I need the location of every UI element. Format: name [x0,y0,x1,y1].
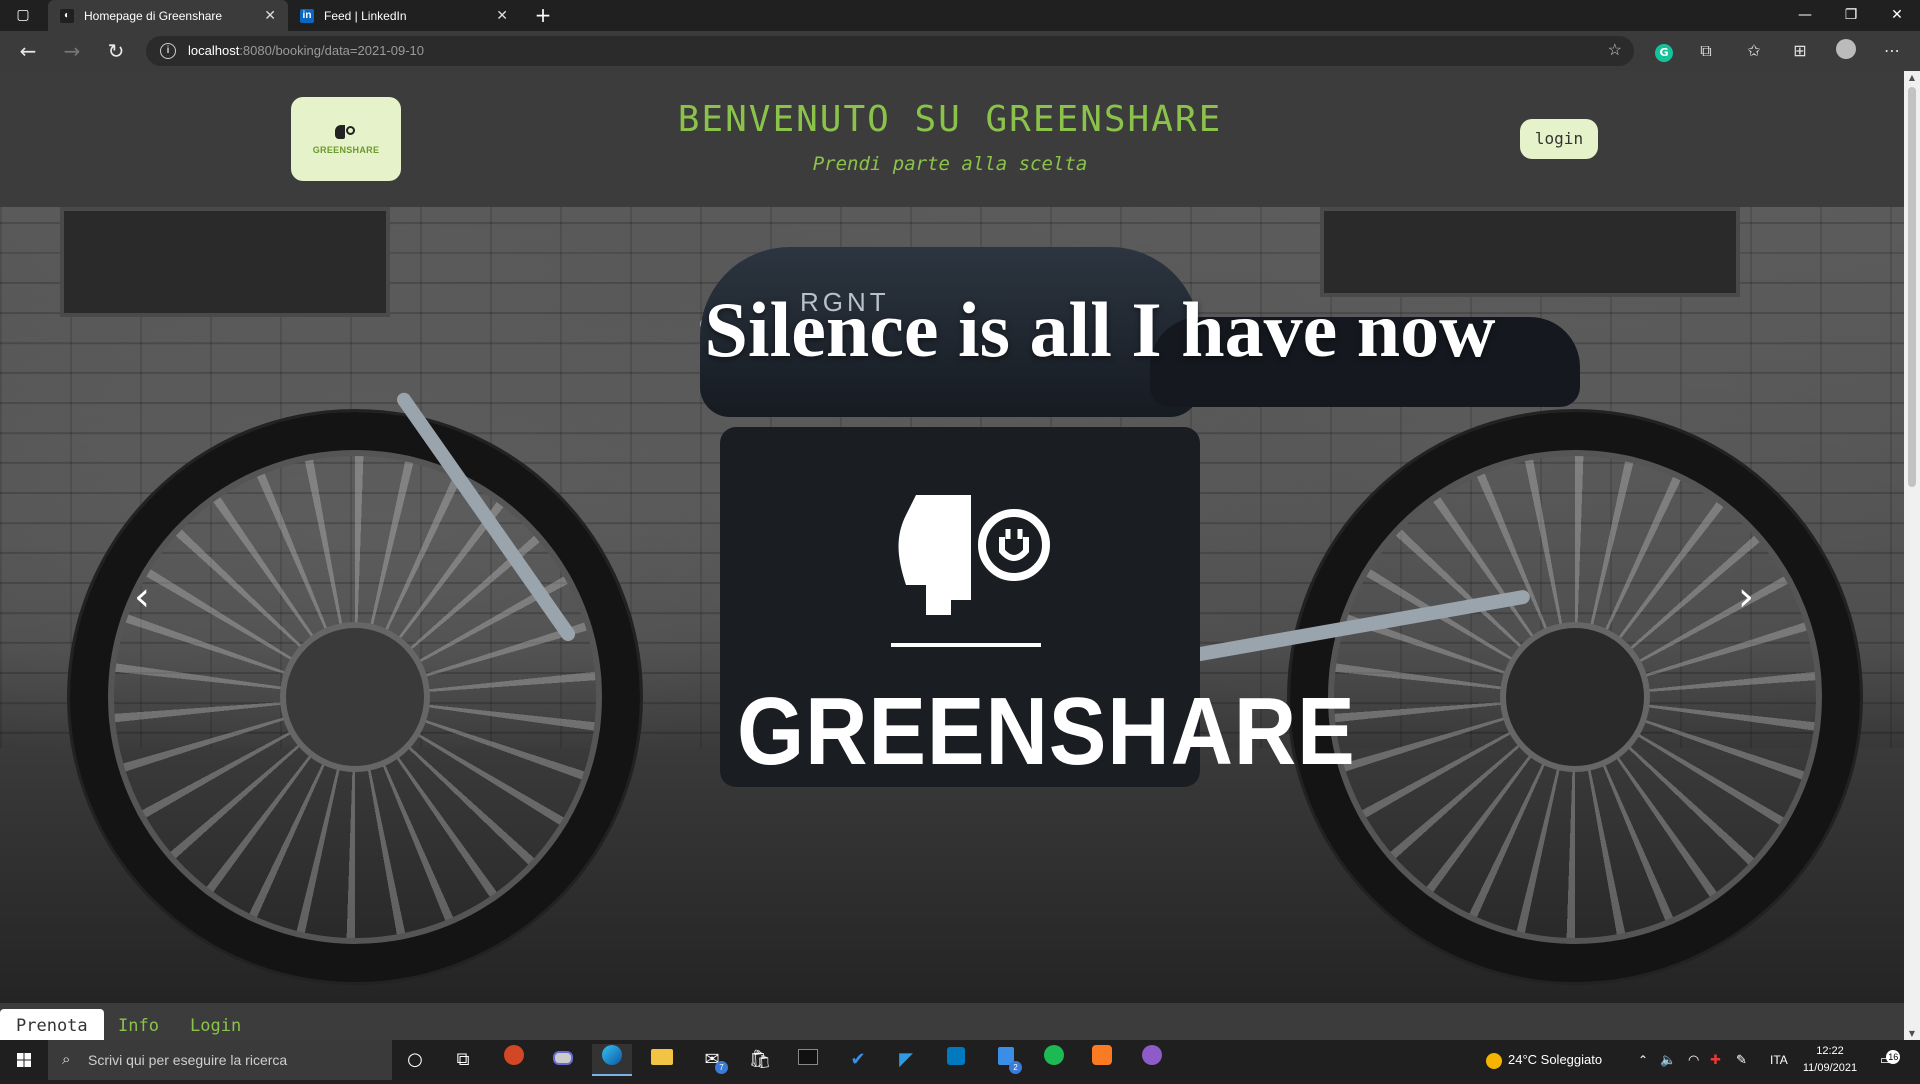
notification-count: 16 [1886,1050,1901,1064]
favorites-icon[interactable]: ✩ [1742,39,1766,63]
powerpoint-icon[interactable] [494,1044,534,1076]
tab-linkedin[interactable]: in Feed | LinkedIn ✕ [288,0,520,31]
network-icon[interactable]: ◠ [1688,1040,1699,1080]
rear-wheel [1290,412,1860,982]
sketch-app-icon[interactable] [543,1044,583,1076]
page-title: BENVENUTO SU GREENSHARE [677,99,1223,140]
mail-badge: 7 [715,1061,728,1074]
linkedin-favicon-icon: in [300,8,314,23]
bottom-tab-bar: Prenota Info Login [0,1003,1904,1040]
trello-icon[interactable] [936,1044,976,1076]
sticky-notes-icon[interactable]: 2 [986,1044,1026,1076]
clock-time: 12:22 [1816,1045,1844,1057]
windows-taskbar: ⌕ Scrivi qui per eseguire la ricerca ○ ⧉… [0,1040,1920,1080]
forward-icon[interactable]: → [58,37,86,65]
xampp-icon[interactable] [1082,1044,1122,1076]
new-tab-icon[interactable]: + [520,0,566,31]
front-wheel [70,412,640,982]
mail-icon[interactable]: ✉ 7 [692,1044,732,1076]
chevron-right-icon[interactable]: › [1726,567,1766,627]
extensions-icon[interactable]: ⧉ [1694,39,1718,63]
clock-date: 11/09/2021 [1802,1062,1858,1074]
url-host: localhost [188,43,240,58]
close-tab-icon[interactable]: ✕ [264,7,276,24]
terminal-icon[interactable] [788,1044,828,1076]
page-subtitle: Prendi parte alla scelta [812,153,1088,175]
file-explorer-icon[interactable] [642,1044,682,1076]
scroll-up-icon[interactable]: ▲ [1904,73,1920,82]
tab-title: Homepage di Greenshare [84,8,223,23]
more-options-icon[interactable]: ⋯ [1880,39,1904,63]
notifications-icon[interactable]: ▭16 [1880,1040,1901,1080]
cortana-icon[interactable]: ○ [395,1044,435,1076]
profile-avatar-icon[interactable] [1834,39,1858,63]
search-placeholder: Scrivi qui per eseguire la ricerca [88,1052,288,1068]
greenshare-plug-logo-icon [891,495,1050,647]
back-icon[interactable]: ← [14,37,42,65]
search-icon: ⌕ [62,1051,71,1068]
tab-actions-icon[interactable]: ▢ [0,0,46,31]
close-window-icon[interactable]: ✕ [1874,0,1920,31]
weather-text: 24°C Soleggiato [1508,1052,1603,1067]
volume-icon[interactable]: 🔈 [1660,1040,1676,1080]
edge-browser-icon[interactable] [592,1044,632,1076]
spotify-icon[interactable] [1034,1044,1074,1076]
web-page: GREENSHARE BENVENUTO SU GREENSHARE Prend… [0,71,1904,1040]
collections-icon[interactable]: ⊞ [1788,39,1812,63]
browser-tab-bar: ▢ ◐ Homepage di Greenshare ✕ in Feed | L… [0,0,1920,31]
hero-headline: Silence is all I have now [704,286,1496,373]
tab-prenota[interactable]: Prenota [0,1009,104,1040]
url-path: :8080/booking/data=2021-09-10 [239,43,424,58]
github-desktop-icon[interactable] [1132,1044,1172,1076]
tab-greenshare[interactable]: ◐ Homepage di Greenshare ✕ [48,0,288,31]
weather-widget[interactable]: 24°C Soleggiato [1486,1040,1602,1080]
pen-icon[interactable]: ✎ [1736,1040,1747,1080]
task-view-icon[interactable]: ⧉ [443,1044,483,1076]
restore-icon[interactable]: ❐ [1828,0,1874,31]
site-logo[interactable]: GREENSHARE [291,97,401,181]
address-bar-row: ← → ↻ i localhost:8080/booking/data=2021… [0,31,1920,71]
tab-info[interactable]: Info [102,1009,175,1040]
system-clock[interactable]: 12:22 11/09/2021 [1790,1043,1870,1077]
scroll-down-icon[interactable]: ▼ [1904,1029,1920,1038]
refresh-icon[interactable]: ↻ [102,37,130,65]
app-badge: 2 [1009,1061,1022,1074]
sun-icon [1486,1052,1502,1069]
close-tab-icon[interactable]: ✕ [496,7,508,24]
show-hidden-icons-icon[interactable]: ⌃ [1638,1040,1648,1080]
grammarly-icon[interactable]: G [1652,39,1676,63]
plug-logo-icon [335,123,357,141]
chevron-left-icon[interactable]: ‹ [122,567,162,627]
site-header: GREENSHARE BENVENUTO SU GREENSHARE Prend… [0,71,1904,207]
scrollbar-thumb[interactable] [1908,87,1916,487]
background-window [1320,207,1740,297]
vscode-icon[interactable]: ◤ [886,1044,926,1076]
windows-start-icon[interactable] [0,1040,48,1080]
add-favorite-icon[interactable]: ☆ [1608,36,1622,66]
page-scrollbar[interactable]: ▲ ▼ [1904,71,1920,1040]
store-icon[interactable]: 🛍 [740,1044,780,1076]
language-indicator[interactable]: ITA [1770,1040,1788,1080]
url-field[interactable]: i localhost:8080/booking/data=2021-09-10… [146,36,1634,66]
hero-carousel: RGNT Silence is all I have now GREENSHAR… [0,207,1904,1003]
todo-icon[interactable]: ✔ [838,1044,878,1076]
minimize-icon[interactable]: — [1782,0,1828,31]
site-info-icon[interactable]: i [160,43,176,59]
greenshare-favicon-icon: ◐ [60,8,74,23]
tab-title: Feed | LinkedIn [324,8,407,23]
hero-brand: GREENSHARE [737,678,1356,785]
antivirus-icon[interactable]: ✚ [1710,1040,1721,1080]
tab-login[interactable]: Login [174,1009,257,1040]
taskbar-search-input[interactable]: ⌕ Scrivi qui per eseguire la ricerca [48,1040,392,1080]
logo-text: GREENSHARE [312,145,380,155]
login-button[interactable]: login [1520,119,1598,159]
